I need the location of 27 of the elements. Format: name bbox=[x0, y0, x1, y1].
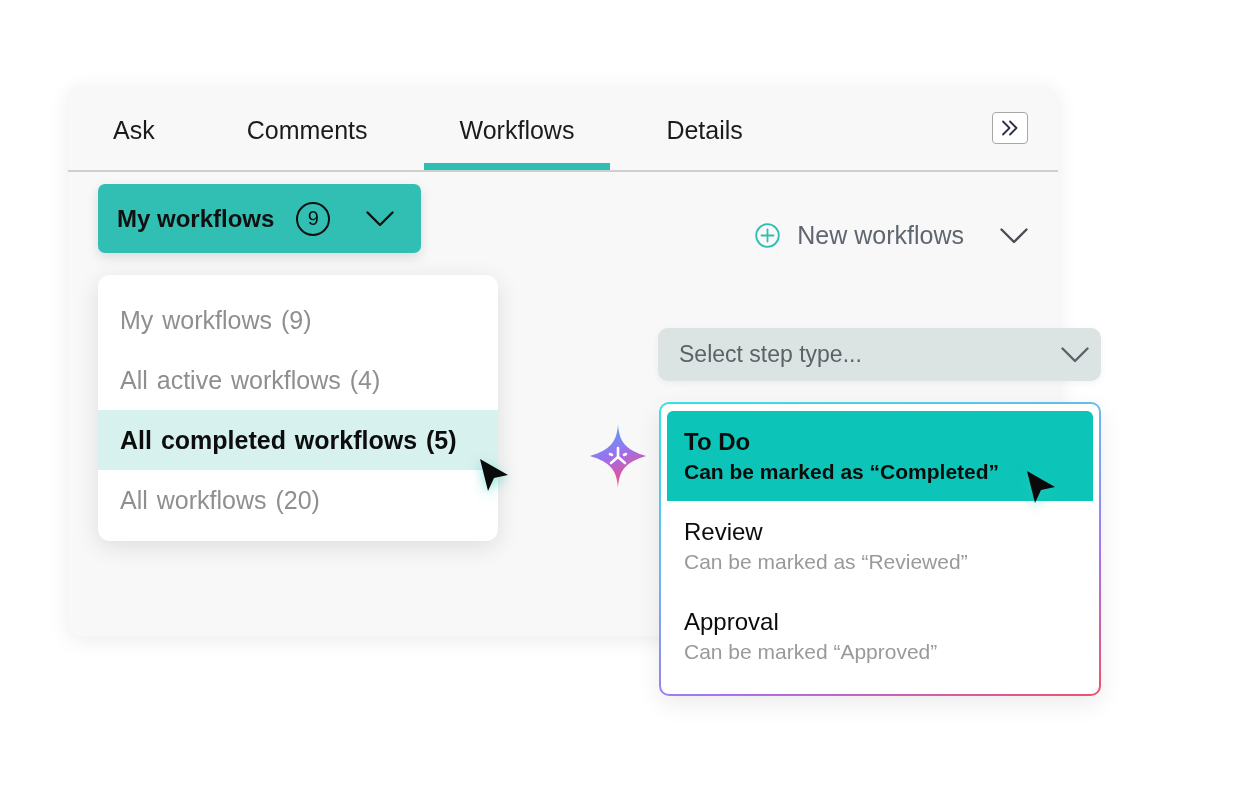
option-description: Can be marked as “Reviewed” bbox=[684, 550, 968, 574]
chevron-down-icon bbox=[1061, 346, 1089, 363]
step-type-option[interactable]: Review Can be marked as “Reviewed” bbox=[667, 501, 1093, 591]
step-type-input[interactable]: Select step type... bbox=[679, 341, 1061, 368]
step-type-option[interactable]: To Do Can be marked as “Completed” bbox=[667, 411, 1093, 501]
tab[interactable]: Comments bbox=[210, 86, 404, 170]
cursor-icon bbox=[479, 458, 509, 492]
workflow-filter-button[interactable]: My workflows 9 bbox=[98, 184, 421, 253]
cursor-icon bbox=[1026, 470, 1056, 504]
tab[interactable]: Ask bbox=[77, 86, 191, 170]
plus-circle-icon bbox=[755, 223, 781, 248]
option-description: Can be marked as “Completed” bbox=[684, 460, 1000, 484]
step-type-select[interactable]: Select step type... bbox=[658, 328, 1101, 381]
filter-menu-item[interactable]: All completed workflows (5) bbox=[98, 410, 498, 470]
tab[interactable]: Details bbox=[630, 86, 779, 170]
tab[interactable]: Workflows bbox=[423, 86, 611, 170]
option-description: Can be marked “Approved” bbox=[684, 640, 938, 664]
option-title: To Do bbox=[684, 428, 751, 456]
option-title: Approval bbox=[684, 608, 779, 636]
workflow-count: 9 bbox=[296, 201, 331, 236]
chevron-down-icon bbox=[1000, 227, 1028, 244]
option-title: Review bbox=[684, 518, 763, 546]
expand-panel-button[interactable] bbox=[992, 112, 1028, 144]
new-workflows-button[interactable]: New workflows bbox=[755, 221, 1028, 250]
double-chevron-icon bbox=[1001, 120, 1019, 136]
chevron-down-icon bbox=[366, 210, 395, 227]
step-type-option[interactable]: Approval Can be marked “Approved” bbox=[667, 591, 1093, 681]
